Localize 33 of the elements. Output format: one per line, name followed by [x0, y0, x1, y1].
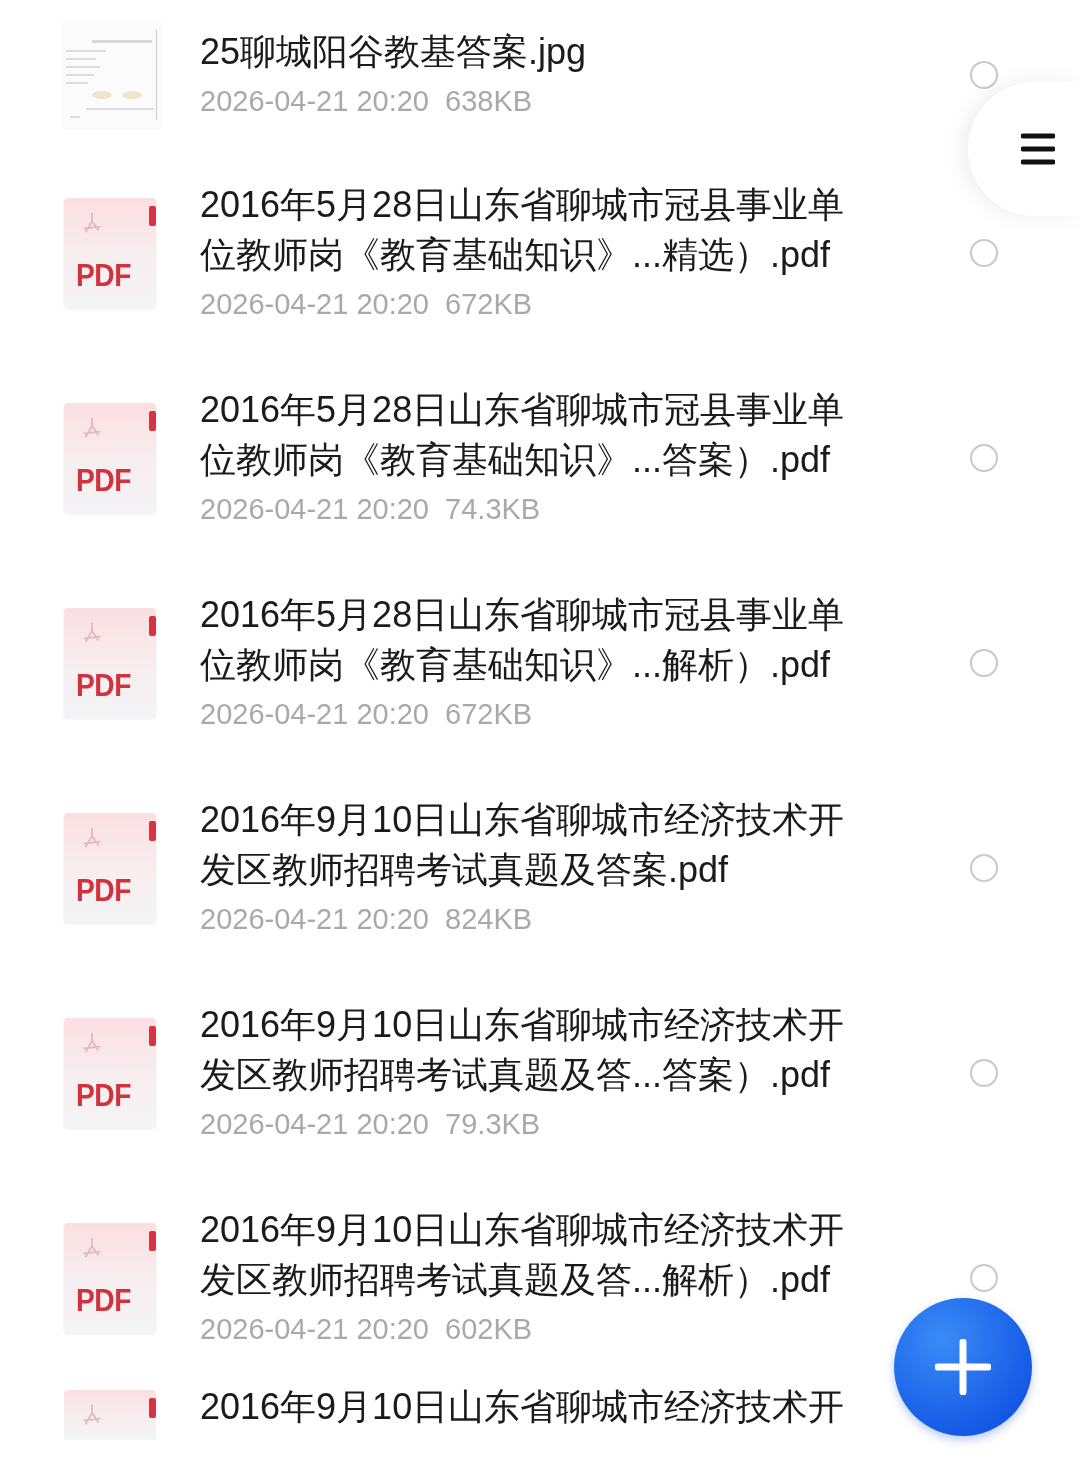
file-name[interactable]: 2016年9月10日山东省聊城市经济技术开发区教师招聘考试真题及答案.pdf [200, 794, 860, 895]
pdf-file-icon: PDF [64, 1017, 156, 1128]
select-radio[interactable] [970, 443, 998, 472]
pdf-file-icon: PDF [64, 812, 156, 923]
menu-button[interactable] [968, 82, 1080, 216]
file-info: 2026-04-21 20:20 824KB [200, 901, 534, 937]
file-name[interactable]: 2016年5月28日山东省聊城市冠县事业单位教师岗《教育基础知识》...精选）.pdf [200, 179, 860, 280]
file-name[interactable]: 2016年5月28日山东省聊城市冠县事业单位教师岗《教育基础知识》...解析）.pdf [200, 589, 860, 690]
file-name[interactable]: 25聊城阳谷教基答案.jpg [200, 27, 860, 77]
select-radio[interactable] [970, 1058, 998, 1087]
file-info: 2026-04-21 20:20 672KB [200, 286, 534, 322]
menu-icon [1021, 132, 1055, 166]
file-name[interactable]: 2016年9月10日山东省聊城市经济技术开发区教师招聘考试真题及答...答案）.pdf [200, 999, 860, 1100]
pdf-file-icon [64, 1390, 156, 1440]
file-info: 2026-04-21 20:20 638KB [200, 84, 534, 119]
file-name[interactable]: 2016年9月10日山东省聊城市经济技术开发区教师招聘考试真题及答...解析）.pdf [200, 1204, 860, 1305]
pdf-file-icon: PDF [64, 1222, 156, 1333]
file-info: 2026-04-21 20:20 602KB [200, 1311, 534, 1347]
select-radio[interactable] [970, 1263, 998, 1292]
file-name[interactable]: 2016年5月28日山东省聊城市冠县事业单位教师岗《教育基础知识》...答案）.pdf [200, 384, 860, 485]
add-button[interactable] [894, 1298, 1032, 1436]
file-name[interactable]: 2016年9月10日山东省聊城市经济技术开 [200, 1382, 860, 1432]
select-radio[interactable] [970, 853, 998, 882]
file-info: 2026-04-21 20:20 672KB [200, 696, 534, 732]
select-radio[interactable] [970, 238, 998, 267]
select-radio[interactable] [970, 648, 998, 677]
file-info: 2026-04-21 20:20 74.3KB [200, 491, 542, 527]
pdf-file-icon: PDF [64, 607, 156, 718]
select-radio[interactable] [970, 61, 998, 89]
plus-icon [935, 1339, 991, 1395]
file-info: 2026-04-21 20:20 79.3KB [200, 1106, 542, 1142]
pdf-file-icon: PDF [64, 197, 156, 308]
pdf-file-icon: PDF [64, 402, 156, 513]
